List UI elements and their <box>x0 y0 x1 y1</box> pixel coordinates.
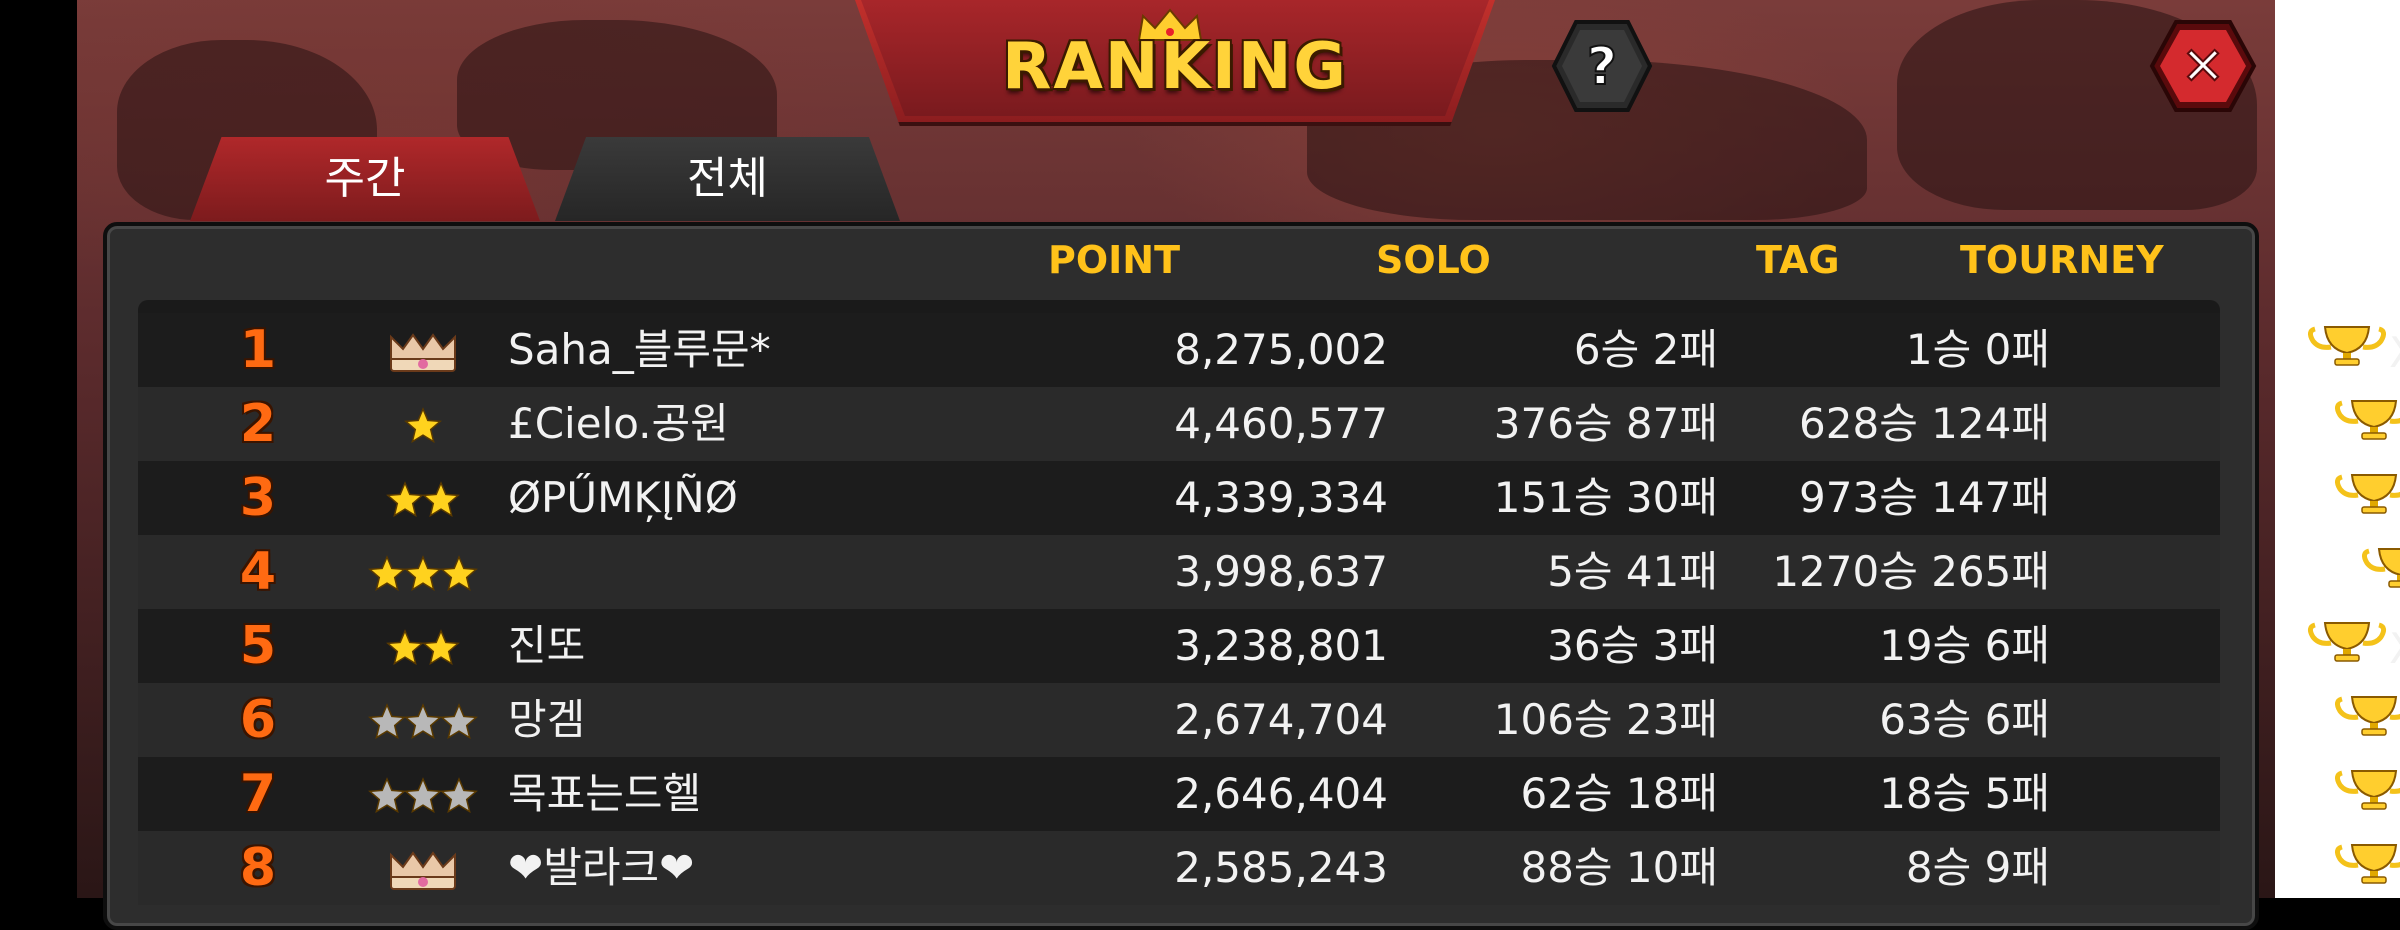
player-tourney: X331 <box>1958 313 2400 387</box>
rank-number: 3 <box>208 461 308 535</box>
tourney-count: X120 <box>2389 612 2400 686</box>
rank-number: 1 <box>208 313 308 387</box>
star-badge-icon <box>365 553 481 597</box>
tab-all[interactable]: 전체 <box>555 137 900 221</box>
close-icon: ✕ <box>2181 37 2225 97</box>
column-header-solo: SOLO <box>1376 238 1491 282</box>
trophy-icon <box>2334 390 2400 464</box>
column-header-tourney: TOURNEY <box>1960 238 2164 282</box>
player-tourney: X92 <box>1958 831 2400 905</box>
help-icon: ? <box>1587 37 1617 97</box>
rank-badge <box>348 757 498 831</box>
trophy-icon <box>2334 686 2400 760</box>
star-badge-icon <box>365 701 481 745</box>
ranking-row[interactable]: 7목표는드헬2,646,40462승 18패18승 5패X93 <box>138 757 2220 831</box>
rank-number: 4 <box>208 535 308 609</box>
star-badge-icon <box>365 775 481 819</box>
rank-badge <box>348 609 498 683</box>
ranking-row[interactable]: 43,998,6375승 41패1270승 265패X1 <box>138 535 2220 609</box>
ranking-row[interactable]: 6망겜2,674,704106승 23패63승 6패X91 <box>138 683 2220 757</box>
player-tourney: X88 <box>1958 387 2400 461</box>
rank-number: 2 <box>208 387 308 461</box>
ranking-row[interactable]: 1Saha_블루문*8,275,0026승 2패1승 0패X331 <box>138 313 2220 387</box>
rank-number: 5 <box>208 609 308 683</box>
star-badge-icon <box>383 479 463 523</box>
player-tourney: X93 <box>1958 757 2400 831</box>
rank-badge <box>348 461 498 535</box>
trophy-icon <box>2334 760 2400 834</box>
ranking-row[interactable]: 5진또3,238,80136승 3패19승 6패X120 <box>138 609 2220 683</box>
star-badge-icon <box>383 627 463 671</box>
trophy-icon <box>2334 464 2400 538</box>
trophy-icon <box>2307 612 2387 686</box>
rank-badge <box>348 683 498 757</box>
player-tourney: X120 <box>1958 609 2400 683</box>
trophy-icon <box>2307 316 2387 390</box>
page-title: RANKING <box>855 30 1495 104</box>
player-tourney: X23 <box>1958 461 2400 535</box>
rank-badge <box>348 387 498 461</box>
crown-badge-icon <box>385 331 461 375</box>
ranking-row[interactable]: 8❤발라크❤2,585,24388승 10패8승 9패X92 <box>138 831 2220 905</box>
rank-badge <box>348 313 498 387</box>
ranking-row[interactable]: 2£Cielo.공원4,460,577376승 87패628승 124패X88 <box>138 387 2220 461</box>
crown-badge-icon <box>385 849 461 893</box>
rank-number: 6 <box>208 683 308 757</box>
rank-badge <box>348 831 498 905</box>
trophy-icon <box>2334 834 2400 908</box>
player-tourney: X91 <box>1958 683 2400 757</box>
tab-weekly[interactable]: 주간 <box>190 137 540 221</box>
column-header-tag: TAG <box>1756 238 1840 282</box>
help-button[interactable]: ? <box>1550 18 1654 114</box>
ranking-row[interactable]: 3ØPŰMĶĮÑØ4,339,334151승 30패973승 147패X23 <box>138 461 2220 535</box>
tourney-count: X331 <box>2389 316 2400 390</box>
rank-number: 7 <box>208 757 308 831</box>
rank-number: 8 <box>208 831 308 905</box>
trophy-icon <box>2361 538 2400 612</box>
player-tourney: X1 <box>1958 535 2400 609</box>
close-button[interactable]: ✕ <box>2148 18 2258 114</box>
rank-badge <box>348 535 498 609</box>
star-badge-icon <box>401 405 445 449</box>
column-header-point: POINT <box>1048 238 1180 282</box>
